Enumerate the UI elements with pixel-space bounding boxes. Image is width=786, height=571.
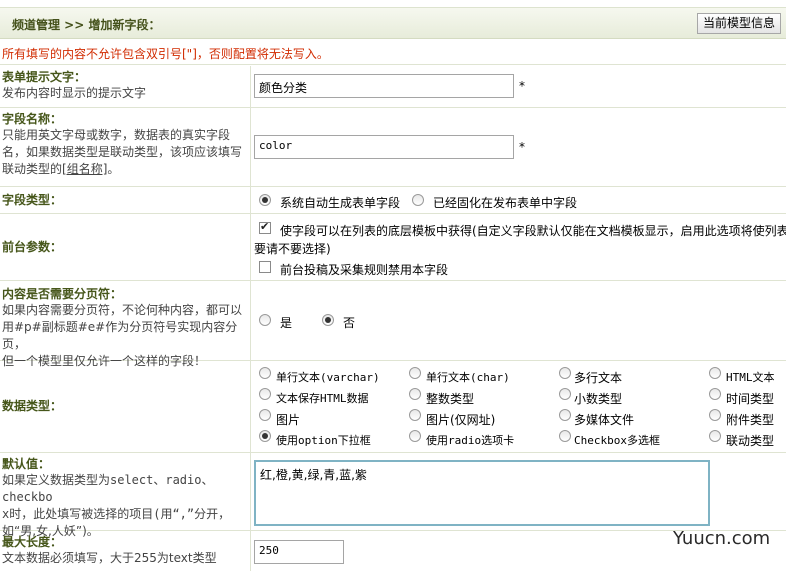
- field-name-desc-1: 只能用英文字母或数字，数据表的真实字段: [2, 128, 231, 142]
- data-type-label-cell: 数据类型：: [0, 361, 251, 452]
- title-bar: 频道管理 >> 增加新字段： 当前模型信息: [0, 8, 786, 39]
- paging-desc-2: 用#p#副标题#e#作为分页符号实现内容分页，: [2, 320, 238, 351]
- row-field-name: 字段名称： 只能用英文字母或数字，数据表的真实字段 名，如果数据类型是联动类型，…: [0, 108, 786, 187]
- model-info-button[interactable]: 当前模型信息: [697, 13, 781, 34]
- field-type-auto-label: 系统自动生成表单字段: [280, 196, 401, 210]
- required-mark: *: [519, 140, 525, 154]
- list-template-label-2: 要请不要选择): [254, 242, 331, 256]
- type-multiline-radio[interactable]: [559, 367, 571, 379]
- type-char-radio[interactable]: [409, 367, 421, 379]
- form-tip-desc: 发布内容时显示的提示文字: [2, 86, 147, 100]
- type-radio-label: 使用radio选项卡: [426, 434, 515, 447]
- type-stepselect-radio[interactable]: [709, 430, 721, 442]
- field-type-auto-radio[interactable]: [259, 194, 271, 206]
- warning-text: 所有填写的内容不允许包含双引号["]，否则配置将无法写入。: [0, 40, 786, 65]
- type-html-radio[interactable]: [709, 367, 721, 379]
- paging-no-radio[interactable]: [322, 314, 334, 326]
- type-select-radio[interactable]: [259, 430, 271, 442]
- type-media-radio[interactable]: [559, 409, 571, 421]
- paging-desc-1: 如果内容需要分页符，不论何种内容，都可以: [2, 303, 243, 317]
- paging-label-cell: 内容是否需要分页符： 如果内容需要分页符，不论何种内容，都可以 用#p#副标题#…: [0, 281, 251, 368]
- type-stepselect-label: 联动类型: [726, 434, 775, 448]
- field-name-input[interactable]: color: [254, 135, 514, 159]
- data-type-grid: 单行文本(varchar) 单行文本(char) 多行文本 HTML文本 文本保…: [252, 361, 786, 452]
- type-float-label: 小数类型: [574, 392, 623, 406]
- row-default-value: 默认值： 如果定义数据类型为select、radio、checkbo x时，此处…: [0, 453, 786, 538]
- type-varchar-label: 单行文本(varchar): [276, 371, 380, 384]
- type-texthtml-label: 文本保存HTML数据: [276, 392, 369, 405]
- type-float-radio[interactable]: [559, 388, 571, 400]
- type-select-label: 使用option下拉框: [276, 434, 371, 447]
- type-multiline-label: 多行文本: [574, 371, 623, 385]
- field-name-label: 字段名称：: [2, 112, 63, 126]
- type-texthtml-radio[interactable]: [259, 388, 271, 400]
- type-addon-label: 附件类型: [726, 413, 775, 427]
- type-image-label: 图片: [276, 413, 301, 427]
- form-tip-input[interactable]: 颜色分类: [254, 74, 514, 98]
- type-radio-radio[interactable]: [409, 430, 421, 442]
- default-value-textarea[interactable]: 红,橙,黄,绿,青,蓝,紫: [254, 460, 710, 526]
- field-type-fixed-radio[interactable]: [412, 194, 424, 206]
- max-length-input[interactable]: 250: [254, 540, 344, 564]
- max-length-label-cell: 最大长度： 文本数据必须填写，大于255为text类型: [0, 531, 251, 571]
- paging-yes-radio[interactable]: [259, 314, 271, 326]
- type-varchar-radio[interactable]: [259, 367, 271, 379]
- type-image-radio[interactable]: [259, 409, 271, 421]
- max-length-desc: 文本数据必须填写，大于255为text类型: [2, 551, 217, 565]
- type-char-label: 单行文本(char): [426, 371, 510, 384]
- field-name-desc-end: 。: [107, 162, 120, 176]
- type-datetime-label: 时间类型: [726, 392, 775, 406]
- type-media-label: 多媒体文件: [574, 413, 635, 427]
- row-form-tip: 表单提示文字： 发布内容时显示的提示文字 颜色分类 *: [0, 66, 786, 108]
- field-type-label-cell: 字段类型：: [0, 187, 251, 213]
- default-value-desc-2: x时，此处填写被选择的项目(用“,”分开，: [2, 507, 231, 521]
- list-template-label-1: 使字段可以在列表的底层模板中获得(自定义字段默认仅能在文档模板显示，启用此选项将…: [280, 224, 786, 238]
- breadcrumb: 频道管理 >> 增加新字段：: [12, 18, 161, 32]
- paging-label: 内容是否需要分页符：: [2, 287, 123, 301]
- group-name-link[interactable]: [组名称]: [62, 162, 107, 176]
- row-max-length: 最大长度： 文本数据必须填写，大于255为text类型 250: [0, 531, 786, 571]
- disable-field-label: 前台投稿及采集规则禁用本字段: [280, 263, 449, 277]
- default-value-label-cell: 默认值： 如果定义数据类型为select、radio、checkbo x时，此处…: [0, 453, 251, 538]
- type-addon-radio[interactable]: [709, 409, 721, 421]
- row-frontend-params: 前台参数： 使字段可以在列表的底层模板中获得(自定义字段默认仅能在文档模板显示，…: [0, 214, 786, 281]
- required-mark: *: [519, 79, 525, 93]
- default-value-desc-1: 如果定义数据类型为select、radio、checkbo: [2, 473, 214, 504]
- row-data-type: 数据类型： 单行文本(varchar) 单行文本(char) 多行文本 HTML…: [0, 361, 786, 453]
- type-checkbox-label: Checkbox多选框: [574, 434, 660, 447]
- type-checkbox-radio[interactable]: [559, 430, 571, 442]
- paging-yes-label: 是: [280, 316, 293, 330]
- type-datetime-radio[interactable]: [709, 388, 721, 400]
- frontend-label: 前台参数：: [2, 240, 63, 254]
- type-int-radio[interactable]: [409, 388, 421, 400]
- form-tip-label-cell: 表单提示文字： 发布内容时显示的提示文字: [0, 66, 251, 107]
- type-imgurl-radio[interactable]: [409, 409, 421, 421]
- paging-no-label: 否: [343, 316, 356, 330]
- list-template-checkbox[interactable]: [259, 220, 271, 234]
- form-tip-label: 表单提示文字：: [2, 70, 87, 84]
- type-html-label: HTML文本: [726, 371, 775, 384]
- field-name-label-cell: 字段名称： 只能用英文字母或数字，数据表的真实字段 名，如果数据类型是联动类型，…: [0, 108, 251, 186]
- default-value-label: 默认值：: [2, 457, 51, 471]
- disable-field-checkbox[interactable]: [259, 261, 271, 273]
- watermark: Yuucn.com: [673, 528, 771, 549]
- row-field-type: 字段类型： 系统自动生成表单字段 已经固化在发布表单中字段: [0, 187, 786, 214]
- field-name-desc-3: 联动类型的: [2, 162, 63, 176]
- top-divider: [0, 0, 786, 8]
- frontend-label-cell: 前台参数：: [0, 214, 251, 280]
- max-length-label: 最大长度：: [2, 535, 63, 549]
- field-type-fixed-label: 已经固化在发布表单中字段: [433, 196, 578, 210]
- type-int-label: 整数类型: [426, 392, 475, 406]
- row-paging: 内容是否需要分页符： 如果内容需要分页符，不论何种内容，都可以 用#p#副标题#…: [0, 281, 786, 368]
- field-type-label: 字段类型：: [2, 193, 63, 207]
- field-name-desc-2: 名，如果数据类型是联动类型，该项应该填写: [2, 145, 243, 159]
- data-type-label: 数据类型：: [2, 399, 63, 413]
- type-imgurl-label: 图片(仅网址): [426, 413, 496, 427]
